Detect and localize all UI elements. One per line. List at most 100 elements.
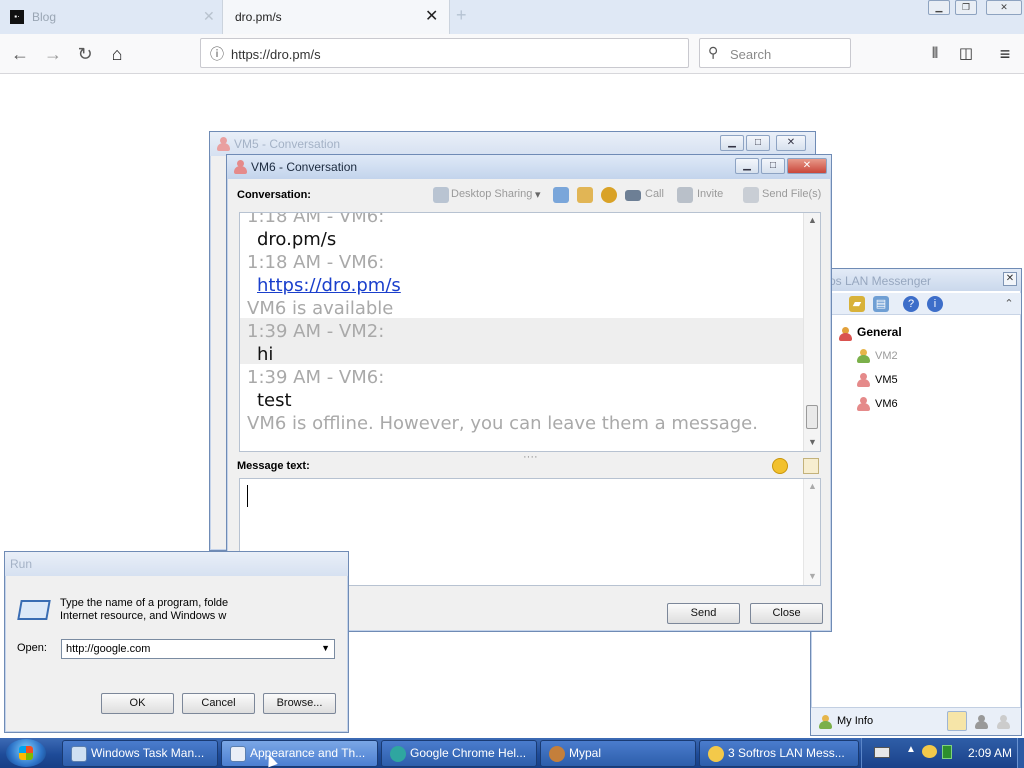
scroll-up-icon[interactable]: ▲	[808, 481, 817, 491]
folder-icon[interactable]: ▰	[849, 296, 865, 312]
maximize-icon[interactable]: □	[761, 158, 785, 174]
minimize-icon[interactable]: ▁	[720, 135, 744, 151]
taskbar-item-appearance[interactable]: Appearance and Th...	[221, 740, 378, 767]
run-dialog[interactable]: Run Type the name of a program, folde In…	[4, 551, 349, 733]
scroll-down-icon[interactable]: ▼	[808, 437, 817, 447]
status-busy-icon[interactable]	[975, 715, 988, 729]
clock[interactable]: 2:09 AM	[968, 746, 1012, 760]
taskbar: Windows Task Man... Appearance and Th...…	[0, 738, 1024, 768]
start-button[interactable]	[6, 739, 46, 767]
user-icon	[217, 137, 230, 151]
back-icon[interactable]: ←	[9, 43, 31, 65]
message-text: dro.pm/s	[257, 229, 337, 250]
scroll-down-icon[interactable]: ▼	[808, 571, 817, 581]
message-text: test	[257, 390, 292, 411]
chevron-down-icon[interactable]: ▼	[321, 643, 330, 653]
cancel-button[interactable]: Cancel	[182, 693, 255, 714]
conversation-log[interactable]: 1:18 AM - VM6: dro.pm/s 1:18 AM - VM6: h…	[239, 212, 821, 452]
add-user-icon[interactable]	[577, 187, 593, 203]
info-icon[interactable]: i	[927, 296, 943, 312]
messenger-tray-icon[interactable]	[922, 745, 937, 758]
settings-icon[interactable]	[601, 187, 617, 203]
scrollbar-thumb[interactable]	[806, 405, 818, 429]
call-button[interactable]: Call	[645, 188, 664, 200]
invite-icon[interactable]	[677, 187, 693, 203]
browse-button[interactable]: Browse...	[263, 693, 336, 714]
title-bar[interactable]: Run	[5, 552, 348, 576]
forward-icon[interactable]: →	[42, 43, 64, 65]
text-cursor	[247, 485, 248, 507]
taskbar-item-task-manager[interactable]: Windows Task Man...	[62, 740, 218, 767]
search-input[interactable]: ⚲ Search	[699, 38, 851, 68]
show-hidden-icons-icon[interactable]: ▲	[906, 744, 916, 755]
tab-close-icon[interactable]: ✕	[203, 8, 215, 25]
collapse-icon[interactable]: ⌃	[1001, 296, 1017, 312]
close-icon[interactable]: ✕	[986, 0, 1022, 15]
my-info-label[interactable]: My Info	[837, 715, 873, 727]
status-online-icon[interactable]	[947, 711, 967, 731]
message-meta: 1:18 AM - VM6:	[247, 252, 385, 273]
send-files-button[interactable]: Send File(s)	[762, 188, 821, 200]
status-message: VM6 is offline. However, you can leave t…	[247, 413, 758, 434]
window-title: VM5 - Conversation	[234, 137, 341, 151]
contact-vm6[interactable]: VM6	[875, 398, 898, 410]
minimize-icon[interactable]: ▁	[735, 158, 759, 174]
message-text-label: Message text:	[237, 460, 310, 472]
title-bar[interactable]: VM5 - Conversation ▁ □ ✕	[210, 132, 815, 156]
close-icon[interactable]: ✕	[787, 158, 827, 174]
contact-vm5[interactable]: VM5	[875, 374, 898, 386]
taskbar-item-softros[interactable]: 3 Softros LAN Mess...	[699, 740, 859, 767]
conversation-scrollbar[interactable]: ▲ ▼	[803, 213, 820, 451]
lan-messenger-window[interactable]: os LAN Messenger ✕ ▰ ▤ ? i ⌃ General VM2…	[810, 268, 1022, 736]
taskbar-item-mypal[interactable]: Mypal	[540, 740, 696, 767]
group-general[interactable]: General	[857, 325, 902, 339]
sidebar-icon[interactable]: ◫	[955, 43, 977, 65]
desktop-sharing-icon[interactable]	[433, 187, 449, 203]
tab-dro-pm[interactable]: dro.pm/s ✕	[222, 0, 450, 34]
help-icon[interactable]: ?	[903, 296, 919, 312]
restore-icon[interactable]: ❐	[955, 0, 977, 15]
title-bar[interactable]: VM6 - Conversation ▁ □ ✕	[227, 155, 831, 179]
send-file-icon[interactable]	[743, 187, 759, 203]
taskbar-item-chrome-help[interactable]: Google Chrome Hel...	[381, 740, 537, 767]
open-combobox[interactable]: http://google.com ▼	[61, 639, 335, 659]
status-offline-icon[interactable]	[997, 715, 1010, 729]
title-bar[interactable]: os LAN Messenger ✕	[811, 269, 1021, 291]
video-call-icon[interactable]	[625, 190, 641, 201]
history-icon[interactable]: ▤	[873, 296, 889, 312]
control-panel-icon	[230, 746, 246, 762]
contact-vm2[interactable]: VM2	[875, 350, 898, 362]
tab-blog[interactable]: ▪· Blog ✕	[0, 0, 222, 34]
keyboard-icon[interactable]	[874, 747, 890, 758]
tab-close-icon[interactable]: ✕	[425, 6, 438, 26]
user-icon	[819, 715, 832, 729]
desktop-sharing-button[interactable]: Desktop Sharing	[451, 188, 532, 200]
maximize-icon[interactable]: □	[746, 135, 770, 151]
close-icon[interactable]: ✕	[776, 135, 806, 151]
close-button[interactable]: Close	[750, 603, 823, 624]
message-link[interactable]: https://dro.pm/s	[257, 275, 401, 296]
library-icon[interactable]: ⫴	[924, 43, 946, 65]
network-icon[interactable]	[942, 745, 952, 759]
reload-icon[interactable]: ↻	[74, 43, 96, 65]
send-button[interactable]: Send	[667, 603, 740, 624]
message-scrollbar[interactable]: ▲ ▼	[803, 479, 820, 585]
font-settings-icon[interactable]	[803, 458, 819, 474]
address-bar[interactable]: ⓘ https://dro.pm/s	[200, 38, 689, 68]
history-icon[interactable]	[553, 187, 569, 203]
new-tab-icon[interactable]: +	[456, 5, 467, 26]
menu-icon[interactable]: ≡	[994, 43, 1016, 65]
close-icon[interactable]: ✕	[1003, 272, 1017, 286]
task-manager-icon	[71, 746, 87, 762]
run-description: Type the name of a program, folde Intern…	[60, 597, 229, 622]
ok-button[interactable]: OK	[101, 693, 174, 714]
scroll-up-icon[interactable]: ▲	[808, 215, 817, 225]
minimize-icon[interactable]: ▁	[928, 0, 950, 15]
emoticon-icon[interactable]	[772, 458, 788, 474]
user-offline-icon	[857, 397, 870, 411]
chevron-down-icon[interactable]: ▾	[535, 188, 541, 201]
show-desktop-button[interactable]	[1017, 738, 1024, 768]
invite-button[interactable]: Invite	[697, 188, 723, 200]
home-icon[interactable]: ⌂	[106, 43, 128, 65]
splitter-handle-icon[interactable]: ····	[523, 451, 538, 463]
